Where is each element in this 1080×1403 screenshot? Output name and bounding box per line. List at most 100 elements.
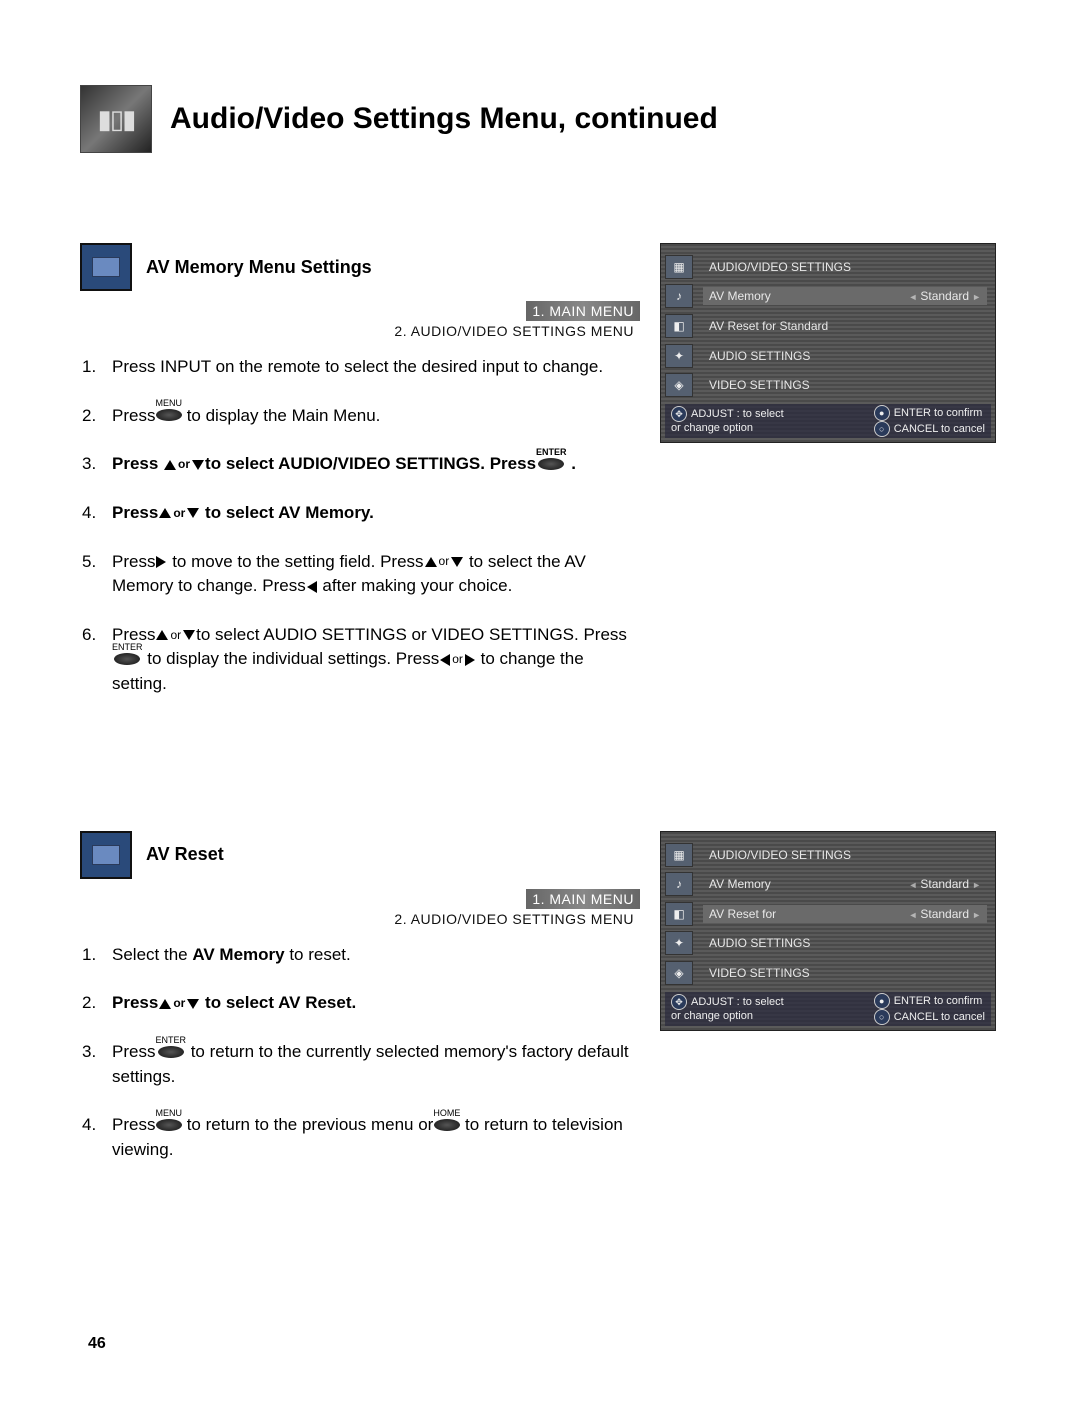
instruction-list: Select the AV Memory to reset.Pressor to… (80, 943, 640, 1163)
remote-key-label: ENTER (536, 448, 567, 457)
breadcrumb: 1. MAIN MENU2. AUDIO/VIDEO SETTINGS MENU (80, 301, 640, 341)
triangle-down-icon (187, 999, 199, 1009)
triangle-up-icon (156, 630, 168, 640)
osd-footer: ✥ADJUST : to selector change option ●ENTE… (665, 404, 991, 438)
triangle-up-icon (164, 460, 176, 470)
manual-page: ▮▯▮ Audio/Video Settings Menu, continued… (0, 0, 1080, 1403)
section-right-column: ▦♪◧✦◈AUDIO/VIDEO SETTINGSAV MemoryStanda… (660, 243, 1000, 721)
section-heading-row: AV Memory Menu Settings (80, 243, 640, 291)
osd-footer: ✥ADJUST : to selector change option ●ENTE… (665, 992, 991, 1026)
osd-footer-right: ●ENTER to confirm○CANCEL to cancel (874, 993, 985, 1025)
bold-text: AV Memory (192, 945, 284, 964)
breadcrumb-level-1: 1. MAIN MENU (526, 889, 640, 909)
breadcrumb-level-2: 2. AUDIO/VIDEO SETTINGS MENU (388, 321, 640, 341)
remote-key-label: MENU (155, 1109, 182, 1118)
osd-row-value: Standard (908, 877, 981, 891)
page-number: 46 (88, 1335, 106, 1353)
remote-key-home-icon: HOME (433, 1109, 460, 1131)
osd-row-label: AV Reset for (709, 907, 776, 921)
triangle-up-icon (159, 999, 171, 1009)
instruction-step: Pressor to select AV Memory. (106, 501, 640, 526)
osd-footer-line: ✥ADJUST : to select (671, 994, 784, 1010)
osd-sidebar-icon: ✦ (665, 931, 693, 955)
page-header: ▮▯▮ Audio/Video Settings Menu, continued (80, 85, 1000, 153)
osd-sidebar-icon: ▦ (665, 843, 693, 867)
section-left-column: AV Memory Menu Settings 1. MAIN MENU2. AU… (80, 243, 640, 721)
bold-text: AV Memory. (278, 503, 374, 522)
triangle-down-icon (192, 460, 204, 470)
or-text: or (177, 457, 191, 471)
breadcrumb-level-2: 2. AUDIO/VIDEO SETTINGS MENU (388, 909, 640, 929)
triangle-up-icon (159, 508, 171, 518)
section-av_reset: AV Reset 1. MAIN MENU2. AUDIO/VIDEO SETTI… (80, 831, 1000, 1187)
osd-row-label: VIDEO SETTINGS (709, 966, 810, 980)
osd-sidebar-icon: ▦ (665, 255, 693, 279)
osd-menu-row: AV Reset for Standard (703, 905, 987, 923)
osd-footer-line: ●ENTER to confirm (874, 405, 985, 421)
instruction-step: PressENTER to return to the currently se… (106, 1040, 640, 1089)
or-text: or (438, 554, 451, 568)
tv-screen-icon (92, 845, 120, 865)
remote-key-enter-icon: ENTER (112, 643, 143, 665)
osd-row-label: AUDIO/VIDEO SETTINGS (709, 848, 851, 862)
remote-key-oval-icon (156, 409, 182, 421)
remote-key-oval-icon (156, 1119, 182, 1131)
page-title: Audio/Video Settings Menu, continued (170, 102, 718, 136)
osd-footer-line: ✥ADJUST : to select (671, 406, 784, 422)
osd-sidebar-icon: ✦ (665, 344, 693, 368)
osd-screenshot: ▦ ♪ ◧ ✦ ◈ AUDIO/VIDEO SETTINGS AV Memory Standa… (660, 831, 996, 1031)
instruction-step: Press orto select AUDIO/VIDEO SETTINGS. … (106, 452, 640, 477)
or-text: or (172, 506, 186, 520)
triangle-right-icon (465, 654, 475, 666)
osd-footer-line: or change option (671, 422, 784, 435)
osd-sidebar: ▦ ♪ ◧ ✦ ◈ (665, 840, 695, 988)
osd-row-value: Standard (908, 907, 981, 921)
up-down-arrows-icon: or (158, 503, 200, 522)
instruction-step: Select the AV Memory to reset. (106, 943, 640, 968)
osd-sidebar-icon: ♪ (665, 872, 693, 896)
osd-footer-left: ✥ADJUST : to selector change option (671, 994, 784, 1023)
triangle-left-icon (440, 654, 450, 666)
osd-menu-list: AUDIO/VIDEO SETTINGSAV MemoryStandardAV … (703, 840, 987, 988)
section-icon (80, 243, 132, 291)
section-av_memory: AV Memory Menu Settings 1. MAIN MENU2. AU… (80, 243, 1000, 721)
osd-row-label: AV Memory (709, 877, 771, 891)
osd-sidebar-icon: ◈ (665, 961, 693, 985)
osd-sidebar-icon: ◧ (665, 902, 693, 926)
adjust-icon: ✥ (671, 406, 687, 422)
osd-row-label: AUDIO SETTINGS (709, 936, 810, 950)
remote-key-enter-icon: ENTER (155, 1036, 186, 1058)
adjust-icon: ✥ (671, 994, 687, 1010)
instruction-step: PressMENU to return to the previous menu… (106, 1113, 640, 1162)
section-heading: AV Memory Menu Settings (146, 257, 372, 278)
bold-text: AV Reset. (278, 993, 356, 1012)
triangle-left-icon (307, 581, 317, 593)
osd-footer-line: ○CANCEL to cancel (874, 421, 985, 437)
remote-key-menu-icon: MENU (155, 1109, 182, 1131)
remote-key-menu-icon: MENU (155, 399, 182, 421)
osd-menu-row: AUDIO SETTINGS (703, 347, 987, 365)
section-left-column: AV Reset 1. MAIN MENU2. AUDIO/VIDEO SETTI… (80, 831, 640, 1187)
section-heading: AV Reset (146, 844, 224, 865)
osd-menu-row: AV MemoryStandard (703, 287, 987, 305)
instruction-step: PressMENU to display the Main Menu. (106, 404, 640, 429)
osd-menu-row: AV Memory Standard (703, 875, 987, 893)
section-heading-row: AV Reset (80, 831, 640, 879)
osd-menu-row: AUDIO/VIDEO SETTINGS (703, 846, 987, 864)
triangle-down-icon (187, 508, 199, 518)
osd-menu-row: VIDEO SETTINGS (703, 376, 987, 394)
left-right-arrows-icon: or (439, 649, 476, 668)
osd-footer-right: ●ENTER to confirm○CANCEL to cancel (874, 405, 985, 437)
osd-row-label: AV Memory (709, 289, 771, 303)
enter-icon: ● (874, 405, 890, 421)
instruction-step: Pressorto select AUDIO SETTINGS or VIDEO… (106, 623, 640, 697)
header-icon-glyph: ▮▯▮ (98, 104, 135, 135)
header-icon: ▮▯▮ (80, 85, 152, 153)
breadcrumb: 1. MAIN MENU2. AUDIO/VIDEO SETTINGS MENU (80, 889, 640, 929)
instruction-list: Press INPUT on the remote to select the … (80, 355, 640, 697)
or-text: or (172, 996, 186, 1010)
triangle-down-icon (183, 630, 195, 640)
remote-key-label: ENTER (112, 643, 143, 652)
remote-key-enter-icon: ENTER (536, 448, 567, 470)
triangle-right-icon (156, 556, 166, 568)
